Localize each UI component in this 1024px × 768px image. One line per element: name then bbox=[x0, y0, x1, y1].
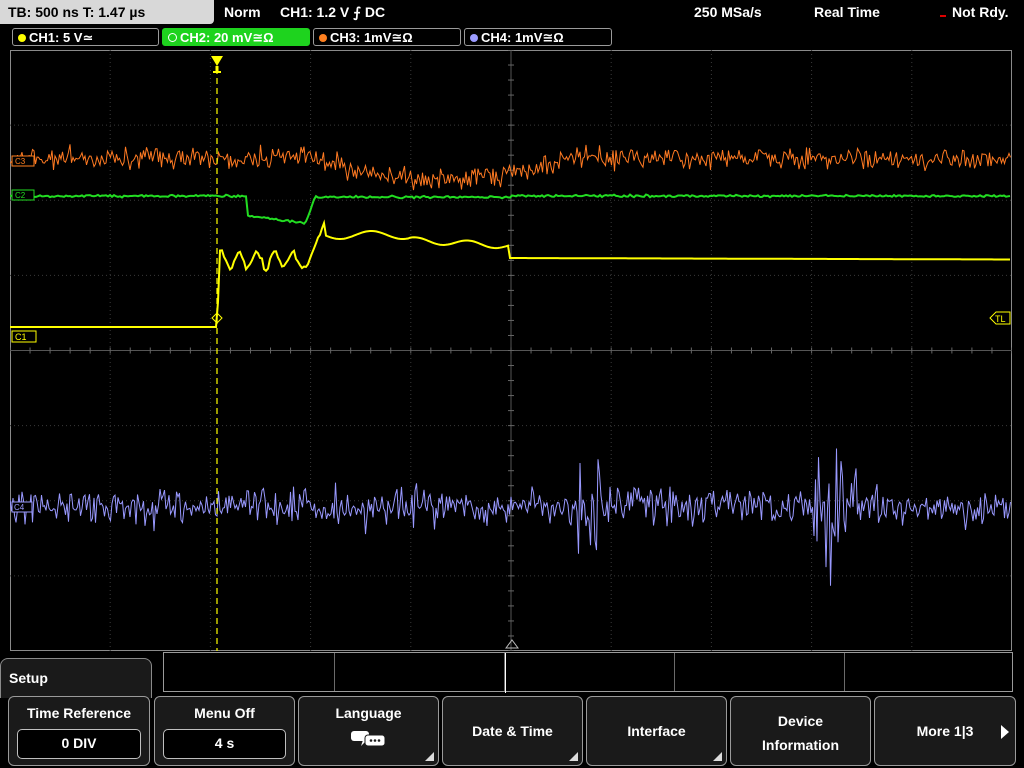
ch2-marker-label: C2 bbox=[15, 191, 26, 200]
ch3-dot-icon bbox=[319, 34, 327, 42]
trigger-mode[interactable]: Norm bbox=[224, 0, 261, 24]
language-button[interactable]: Language bbox=[298, 696, 439, 766]
date-time-label: Date & Time bbox=[472, 723, 553, 739]
horizontal-position-icon bbox=[505, 639, 519, 649]
menu-title: Setup bbox=[9, 670, 48, 686]
ch3-label: CH3: 1mV≅Ω bbox=[330, 30, 413, 45]
timebase-text: TB: 500 ns T: 1.47 µs bbox=[8, 4, 146, 20]
trigger-level-marker: TL bbox=[989, 311, 1011, 325]
ch2-label: CH2: 20 mV≅Ω bbox=[180, 30, 274, 45]
submenu-corner-icon bbox=[569, 752, 578, 761]
overview-marker bbox=[505, 653, 506, 693]
ch4-label: CH4: 1mV≅Ω bbox=[481, 30, 564, 45]
time-reference-value: 0 DIV bbox=[17, 729, 141, 759]
timebase-readout[interactable]: TB: 500 ns T: 1.47 µs bbox=[0, 0, 214, 24]
device-information-line2: Information bbox=[762, 737, 839, 753]
status-bar: TB: 500 ns T: 1.47 µs Norm CH1: 1.2 V ⨍ … bbox=[0, 0, 1024, 26]
language-label: Language bbox=[335, 705, 402, 721]
ch4-marker-label: C4 bbox=[14, 503, 25, 512]
device-information-line1: Device bbox=[777, 713, 824, 729]
more-button[interactable]: More 1|3 bbox=[874, 696, 1016, 766]
menu-off-value: 4 s bbox=[163, 729, 286, 759]
ch3-marker: C3 bbox=[11, 155, 35, 167]
ch3-marker-label: C3 bbox=[15, 157, 26, 166]
ch4-marker: C4 bbox=[11, 501, 33, 513]
trigger-level-label: TL bbox=[995, 314, 1006, 324]
more-label: More 1|3 bbox=[916, 723, 974, 739]
ch2-dot-icon bbox=[168, 33, 177, 42]
ch1-marker-label: C1 bbox=[15, 332, 27, 342]
channel-tab-ch1[interactable]: CH1: 5 V≃ bbox=[12, 28, 159, 46]
menu-title-tab: Setup bbox=[0, 658, 152, 698]
status-indicator-icon bbox=[940, 15, 946, 17]
device-information-button[interactable]: Device Information bbox=[730, 696, 871, 766]
sample-rate: 250 MSa/s bbox=[694, 4, 762, 20]
acquisition-status: Not Rdy. bbox=[952, 4, 1009, 20]
interface-label: Interface bbox=[627, 723, 686, 739]
time-reference-label: Time Reference bbox=[26, 705, 131, 721]
ch1-label: CH1: 5 V≃ bbox=[29, 30, 94, 45]
menu-off-button[interactable]: Menu Off 4 s bbox=[154, 696, 295, 766]
ch4-dot-icon bbox=[470, 34, 478, 42]
ch1-marker: C1 bbox=[11, 330, 37, 343]
channel-tab-ch2[interactable]: CH2: 20 mV≅Ω bbox=[162, 28, 310, 46]
graticule-grid bbox=[10, 50, 1012, 651]
channel-tab-ch4[interactable]: CH4: 1mV≅Ω bbox=[464, 28, 612, 46]
interface-button[interactable]: Interface bbox=[586, 696, 727, 766]
zoom-overview-strip[interactable] bbox=[163, 652, 1013, 693]
time-reference-button[interactable]: Time Reference 0 DIV bbox=[8, 696, 150, 766]
ch1-dot-icon bbox=[18, 34, 26, 42]
trigger-info[interactable]: CH1: 1.2 V ⨍ DC bbox=[280, 0, 385, 24]
submenu-corner-icon bbox=[425, 752, 434, 761]
acquisition-mode: Real Time bbox=[814, 4, 880, 20]
arrow-right-icon bbox=[1001, 725, 1009, 739]
date-time-button[interactable]: Date & Time bbox=[442, 696, 583, 766]
trigger-position-icon bbox=[211, 56, 223, 66]
speech-bubbles-icon bbox=[351, 731, 386, 747]
menu-off-label: Menu Off bbox=[194, 705, 255, 721]
ch2-marker: C2 bbox=[11, 189, 35, 201]
waveform-canvas[interactable]: C3 C2 C1 C4 TL bbox=[10, 50, 1012, 651]
submenu-corner-icon bbox=[713, 752, 722, 761]
channel-tab-ch3[interactable]: CH3: 1mV≅Ω bbox=[313, 28, 461, 46]
